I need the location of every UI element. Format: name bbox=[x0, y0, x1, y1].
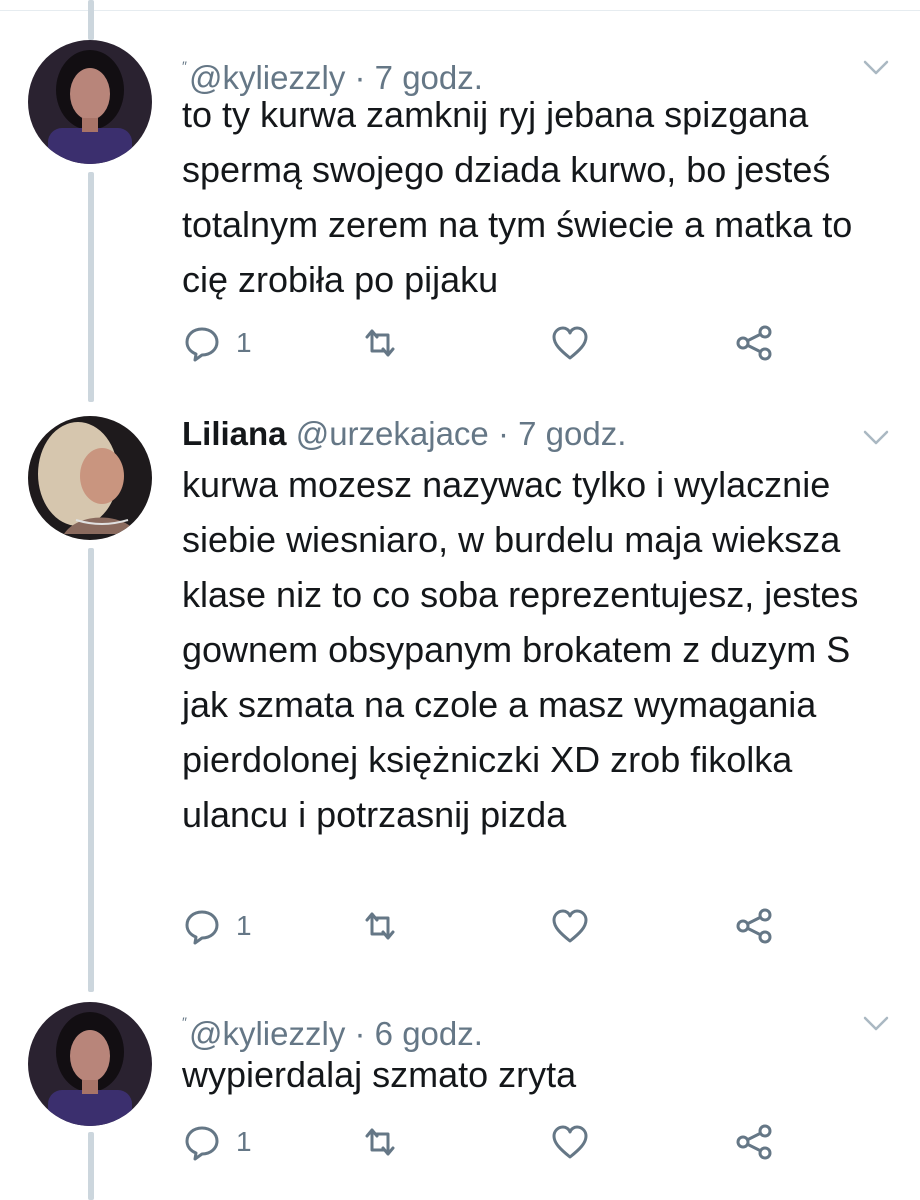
reply-count: 1 bbox=[236, 327, 252, 358]
share-icon bbox=[736, 325, 772, 361]
separator: · bbox=[497, 415, 509, 452]
reply-button[interactable]: 1 bbox=[182, 321, 252, 365]
like-icon bbox=[552, 1125, 588, 1159]
like-icon bbox=[552, 326, 588, 360]
tweet-text: wypierdalaj szmato zryta bbox=[182, 1054, 577, 1095]
tweet-text: kurwa mozesz nazywac tylko i wylacznie s… bbox=[182, 464, 859, 835]
tweet-header: Liliana @urzekajace · 7 godz. bbox=[182, 414, 626, 454]
tweet-actions: 1 bbox=[182, 1120, 802, 1164]
tweet-actions: 1 bbox=[182, 904, 802, 948]
share-icon bbox=[736, 1124, 772, 1160]
share-icon bbox=[736, 908, 772, 944]
avatar-blonde-hair-icon bbox=[28, 416, 152, 540]
tweet-text: to ty kurwa zamknij ryj jebana spizgana … bbox=[182, 94, 853, 300]
reply-count: 1 bbox=[236, 1126, 252, 1157]
avatar-dark-hair-purple-top-icon bbox=[28, 40, 152, 164]
like-icon bbox=[552, 909, 588, 943]
thread-line bbox=[88, 548, 94, 992]
thread-line bbox=[88, 172, 94, 402]
chevron-down-icon[interactable] bbox=[862, 1014, 890, 1034]
retweet-icon bbox=[365, 1128, 395, 1156]
retweet-icon bbox=[365, 329, 395, 357]
chevron-down-icon[interactable] bbox=[862, 428, 890, 448]
reply-icon bbox=[185, 910, 219, 945]
thread-line bbox=[88, 0, 94, 40]
chevron-down-icon[interactable] bbox=[862, 58, 890, 78]
handle[interactable]: @urzekajace bbox=[296, 415, 489, 452]
avatar[interactable] bbox=[28, 416, 152, 540]
timestamp[interactable]: 7 godz. bbox=[518, 415, 626, 452]
avatar[interactable] bbox=[28, 1002, 152, 1126]
like-button[interactable] bbox=[550, 1120, 590, 1164]
retweet-button[interactable] bbox=[360, 1120, 400, 1164]
retweet-icon bbox=[365, 912, 395, 940]
reply-icon bbox=[185, 1126, 219, 1161]
avatar-dark-hair-purple-top-icon bbox=[28, 1002, 152, 1126]
top-divider bbox=[0, 0, 920, 11]
like-button[interactable] bbox=[550, 904, 590, 948]
like-button[interactable] bbox=[550, 321, 590, 365]
tweet-actions: 1 bbox=[182, 321, 802, 365]
reply-button[interactable]: 1 bbox=[182, 904, 252, 948]
display-name[interactable]: Liliana bbox=[182, 415, 287, 452]
reply-button[interactable]: 1 bbox=[182, 1120, 252, 1164]
retweet-button[interactable] bbox=[360, 321, 400, 365]
share-button[interactable] bbox=[734, 1120, 774, 1164]
reply-icon bbox=[185, 327, 219, 362]
avatar[interactable] bbox=[28, 40, 152, 164]
verified-tick-icon: ″ bbox=[182, 1014, 187, 1030]
share-button[interactable] bbox=[734, 321, 774, 365]
reply-count: 1 bbox=[236, 910, 252, 941]
share-button[interactable] bbox=[734, 904, 774, 948]
verified-tick-icon: ″ bbox=[182, 58, 187, 74]
retweet-button[interactable] bbox=[360, 904, 400, 948]
thread-line bbox=[88, 1132, 94, 1200]
